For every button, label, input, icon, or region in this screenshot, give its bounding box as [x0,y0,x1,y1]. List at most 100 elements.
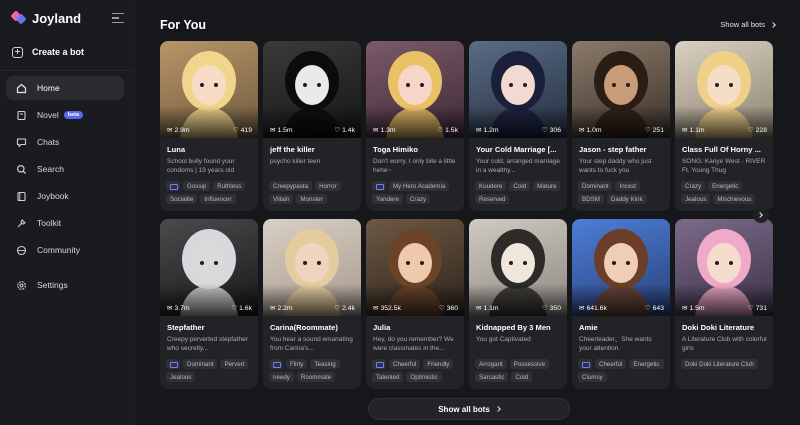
tag[interactable]: Flirty [286,359,308,369]
tag[interactable]: Crazy [681,181,706,191]
tag[interactable]: Cheerful [595,359,627,369]
tag[interactable]: Doki Doki Literature Club [681,359,758,369]
sidebar-item-label: Settings [37,280,68,290]
chat-count-value: 1.1m [483,304,499,312]
next-arrow-button[interactable] [753,207,769,223]
tag[interactable]: Optimistic [406,372,442,382]
tag[interactable]: Dominant [183,359,218,369]
tag[interactable]: Mature [533,181,561,191]
tag[interactable]: Horror [315,181,341,191]
sidebar-item-label: Toolkit [37,218,62,228]
bot-card[interactable]: ✉ 1.1m ♡ 228 Class Full Of Horny ... SONG: Ka… [675,41,773,211]
chat-icon: ✉ [373,127,379,134]
tag[interactable]: Energetic [629,359,664,369]
beta-badge: beta [63,111,84,119]
tag[interactable]: Kuudere [475,181,507,191]
show-all-bots-button[interactable]: Show all bots [368,398,570,420]
tag[interactable]: Influencer [200,194,236,204]
tag[interactable]: Daddy Kink [606,194,647,204]
tag[interactable]: Creepypasta [269,181,313,191]
chat-count-value: 352.5k [380,304,401,312]
tag[interactable]: Cold [511,372,533,382]
tag[interactable]: Clumsy [578,372,607,382]
tag[interactable]: Talented [372,372,404,382]
heart-icon: ♡ [541,127,548,134]
tag[interactable]: Cheerful [389,359,421,369]
bot-card[interactable]: ✉ 1.0m ♡ 251 Jason - step father Your step da… [572,41,670,211]
bot-name: Jason - step father [579,145,647,154]
tag[interactable]: Arrogant [475,359,507,369]
joyland-logo-icon[interactable] [10,10,27,25]
like-count-value: 228 [755,126,767,134]
tag[interactable]: Cold [509,181,531,191]
sidebar-item-settings[interactable]: Settings [6,273,124,297]
bot-card[interactable]: ✉ 3.7m ♡ 1.6k Stepfather Creepy perverted ste… [160,219,258,389]
like-count: ♡ 419 [232,126,252,135]
tag[interactable]: Gossip [183,181,211,191]
tag[interactable]: Teasing [310,359,340,369]
tag[interactable]: Roommate [296,372,336,382]
bot-card[interactable]: ✉ 1.1m ♡ 350 Kidnapped By 3 Men You got Capti… [469,219,567,389]
create-bot-button[interactable]: Create a bot [12,44,122,60]
tag-list: Cheerful Energetic Clumsy [578,359,668,382]
tag[interactable]: My Hero Academia [389,181,450,191]
show-all-label: Show all bots [720,20,765,29]
tag[interactable]: Incest [615,181,640,191]
plus-icon [12,46,23,58]
tag[interactable]: Pervert [220,359,249,369]
chat-count: ✉ 1.2m [476,126,499,135]
sidebar-item-chats[interactable]: Chats [6,130,124,154]
chat-icon [16,137,27,148]
bot-card[interactable]: ✉ 1.3m ♡ 1.5k Toga Himiko Don't worry, I only… [366,41,464,211]
tag[interactable]: Crazy [405,194,431,204]
sidebar-item-novel[interactable]: Novel beta [6,103,124,127]
sidebar-item-community[interactable]: Community [6,238,124,262]
tag[interactable]: Villain [269,194,294,204]
chat-count: ✉ 352.5k [373,304,401,313]
bot-card[interactable]: ✉ 641.6k ♡ 643 Amie Cheerleader、She wants you… [572,219,670,389]
bot-card[interactable]: ✉ 2.9m ♡ 419 Luna School bully found your con… [160,41,258,211]
tag[interactable]: Possessive [509,359,550,369]
heart-icon: ♡ [231,305,238,312]
tag[interactable]: Jealous [681,194,711,204]
bot-avatar-image: ✉ 1.1m ♡ 228 [675,41,773,138]
sidebar-item-home[interactable]: Home [6,76,124,100]
bot-card[interactable]: ✉ 1.5m ♡ 1.4k jeff the killer psycho killer t… [263,41,361,211]
tag[interactable]: Socialite [166,194,198,204]
bot-card[interactable]: ✉ 2.2m ♡ 2.4k Carina(Roommate) You hear a sou… [263,219,361,389]
tag[interactable]: Yandere [372,194,403,204]
bot-card[interactable]: ✉ 1.5m ♡ 731 Doki Doki Literature A Literatur… [675,219,773,389]
app-name[interactable]: Joyland [32,11,81,26]
tag[interactable]: Reserved [475,194,510,204]
tag[interactable]: needy [269,372,294,382]
bot-avatar-image: ✉ 3.7m ♡ 1.6k [160,219,258,316]
chat-count: ✉ 1.1m [476,304,499,313]
tag[interactable]: Monster [296,194,327,204]
collapse-sidebar-icon[interactable] [112,13,124,23]
tag[interactable]: Jealous [166,372,196,382]
bot-description: Hey, do you remember? We were classmates… [373,336,454,352]
chevron-right-icon [770,21,776,28]
tag[interactable]: Mischievous [713,194,756,204]
tag[interactable]: Sarcastic [475,372,509,382]
like-count-value: 731 [755,304,767,312]
tag[interactable]: Ruthless [213,181,246,191]
chat-count: ✉ 2.9m [167,126,190,135]
tag[interactable]: Energetic [708,181,743,191]
heart-icon: ♡ [232,127,239,134]
tag[interactable]: Friendly [423,359,454,369]
chat-count: ✉ 1.0m [579,126,602,135]
bot-card[interactable]: ✉ 1.2m ♡ 306 Your Cold Marriage [... Your col… [469,41,567,211]
like-count: ♡ 251 [645,126,664,135]
tag[interactable]: Dominant [578,181,613,191]
bot-card[interactable]: ✉ 352.5k ♡ 360 Julia Hey, do you remember? We… [366,219,464,389]
sidebar-item-joybook[interactable]: Joybook [6,184,124,208]
bot-name: Toga Himiko [373,145,419,154]
sidebar-item-toolkit[interactable]: Toolkit [6,211,124,235]
sidebar-item-search[interactable]: Search [6,157,124,181]
show-all-bots-link[interactable]: Show all bots [720,20,776,29]
like-count: ♡ 306 [541,126,561,135]
bot-description: SONG: Kanye West - RIVER Ft. Young Thug [682,158,766,174]
like-count: ♡ 1.4k [334,126,355,135]
tag[interactable]: BDSM [578,194,604,204]
